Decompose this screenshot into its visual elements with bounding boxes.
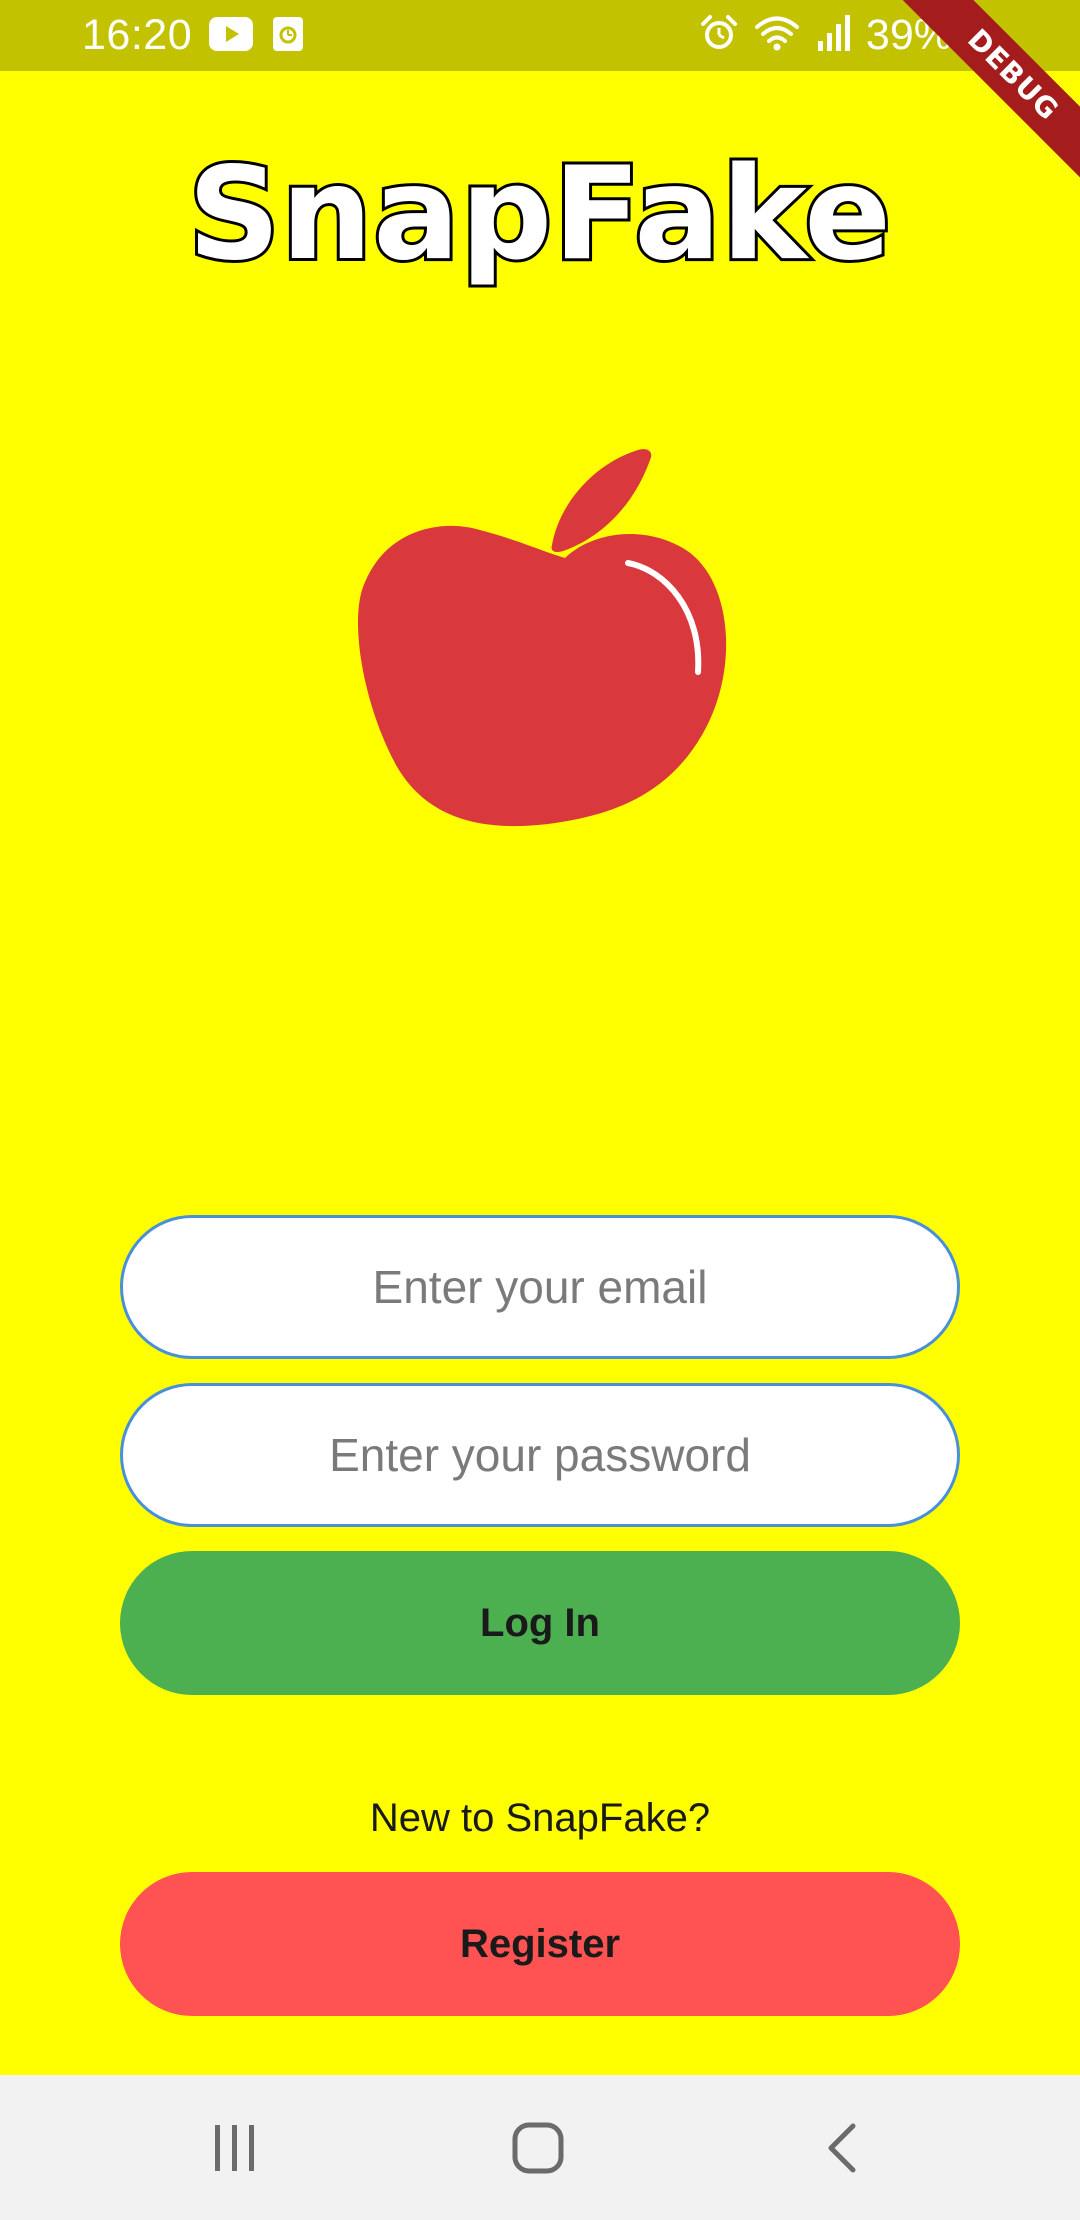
battery-level: 39%	[865, 11, 952, 59]
new-user-prompt: New to SnapFake?	[369, 1796, 711, 1840]
back-button[interactable]	[801, 2110, 881, 2190]
register-button[interactable]: Register	[120, 1872, 960, 2016]
app-title: SnapFake	[185, 137, 894, 292]
wifi-icon	[754, 14, 800, 57]
home-icon	[512, 2122, 564, 2179]
youtube-icon	[209, 17, 253, 56]
password-field[interactable]	[120, 1383, 960, 1527]
status-bar: 16:20 39%	[0, 0, 1080, 71]
status-left-icons	[209, 17, 303, 56]
home-button[interactable]	[498, 2110, 578, 2190]
calendar-notification-icon	[273, 17, 303, 56]
email-input[interactable]	[158, 1236, 922, 1338]
password-input[interactable]	[158, 1404, 922, 1506]
recents-button[interactable]	[195, 2110, 275, 2190]
signal-icon	[816, 14, 850, 56]
battery-icon	[967, 13, 991, 57]
email-field[interactable]	[120, 1215, 960, 1359]
apple-icon	[330, 390, 740, 880]
login-button[interactable]: Log In	[120, 1551, 960, 1695]
back-icon	[823, 2122, 859, 2179]
status-right-icons: 39%	[700, 9, 991, 61]
status-time: 16:20	[82, 11, 193, 59]
recents-icon	[211, 2123, 259, 2178]
alarm-icon	[700, 14, 738, 57]
navigation-bar	[0, 2075, 1080, 2220]
